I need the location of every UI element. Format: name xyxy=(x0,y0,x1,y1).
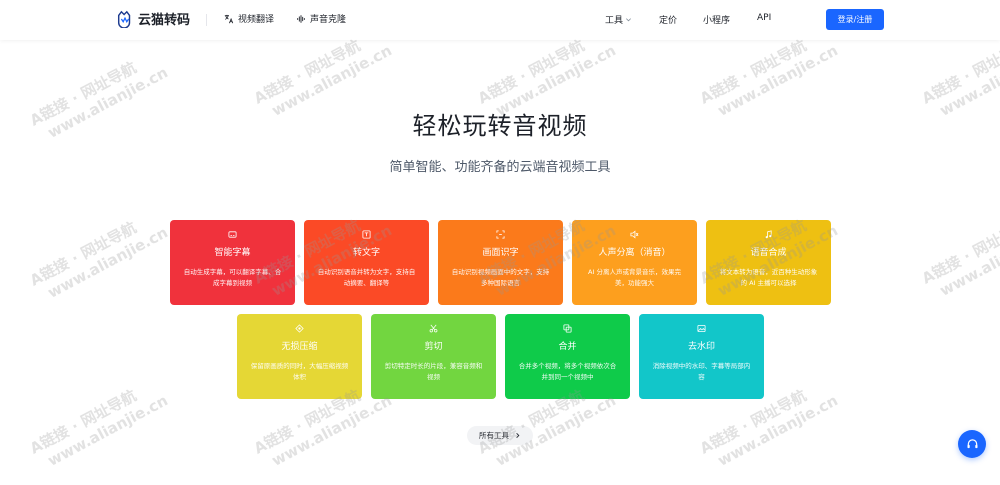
tool-card-lossless-compress[interactable]: 无损压缩 保留原画质的同时，大幅压缩视频体积 xyxy=(237,314,362,399)
tool-card-title: 语音合成 xyxy=(750,248,787,258)
all-tools-label: 所有工具 xyxy=(479,431,509,440)
nav-video-translate[interactable]: 视频翻译 xyxy=(224,12,274,25)
tool-card-merge[interactable]: 合并 合并多个视频，将多个视频依次合并到同一个视频中 xyxy=(505,314,630,399)
tool-card-desc: AI 分离人声或背景音乐，效果完美，功能强大 xyxy=(588,268,681,287)
tool-card-title: 转文字 xyxy=(352,248,380,258)
nav-tools-label: 工具 xyxy=(605,16,624,26)
scissors-icon xyxy=(429,324,438,333)
tool-card-desc: 将文本转为语音，近百种生动形象的 AI 主播可以选择 xyxy=(719,268,818,287)
tool-card-desc: 保留原画质的同时，大幅压缩视频体积 xyxy=(250,362,349,381)
mute-icon xyxy=(630,230,639,239)
tool-card-speech-synthesis[interactable]: 语音合成 将文本转为语音，近百种生动形象的 AI 主播可以选择 xyxy=(706,220,831,305)
top-header: 云猫转码 视频翻译 声音克隆 工具 定价 小程序 API 登录/注册 xyxy=(0,0,1000,40)
headset-icon xyxy=(966,438,978,448)
tool-card-title: 智能字幕 xyxy=(214,248,251,258)
tool-card-title: 剪切 xyxy=(424,342,443,352)
tool-card-smart-subtitle[interactable]: 智能字幕 自动生成字幕，可以翻译字幕、合成字幕到视频 xyxy=(170,220,295,305)
customer-support-button[interactable] xyxy=(958,430,986,458)
chevron-down-icon xyxy=(626,18,632,22)
tool-card-desc: 合并多个视频，将多个视频依次合并到同一个视频中 xyxy=(518,362,617,381)
music-note-icon xyxy=(765,230,772,239)
tool-card-vocal-separation[interactable]: 人声分离（消音） AI 分离人声或背景音乐，效果完美，功能强大 xyxy=(572,220,697,305)
merge-icon xyxy=(563,324,572,333)
tool-card-title: 人声分离（消音） xyxy=(598,248,671,258)
nav-video-translate-label: 视频翻译 xyxy=(238,15,275,25)
tool-card-desc: 自动识别视频画面中的文字，支持多种国际语言 xyxy=(451,268,550,287)
nav-mini-program-label: 小程序 xyxy=(703,16,731,26)
watermark: A链接 · 网址导航 www.alianjie.cn xyxy=(918,216,1000,300)
tool-card-desc: 剪切特定时长的片段，兼容音频和视频 xyxy=(384,362,483,381)
nav-voice-clone[interactable]: 声音克隆 xyxy=(296,12,346,25)
watermark: A链接 · 网址导航 www.alianjie.cn xyxy=(26,218,171,302)
compress-icon xyxy=(295,324,304,333)
tool-card-title: 无损压缩 xyxy=(281,342,318,352)
logo-text: 云猫转码 xyxy=(138,13,191,28)
tool-card-cut[interactable]: 剪切 剪切特定时长的片段，兼容音频和视频 xyxy=(371,314,496,399)
chevron-right-icon xyxy=(516,433,520,438)
login-register-button[interactable]: 登录/注册 xyxy=(826,9,884,30)
subtitle-icon xyxy=(228,231,237,238)
tool-card-speech-to-text[interactable]: 转文字 自动识别语音并转为文字，支持自动摘要、翻译等 xyxy=(304,220,429,305)
tool-card-title: 合并 xyxy=(558,342,577,352)
watermark-icon xyxy=(697,324,706,333)
translate-icon xyxy=(224,14,234,23)
tool-card-ocr[interactable]: 画面识字 自动识别视频画面中的文字，支持多种国际语言 xyxy=(438,220,563,305)
tool-card-remove-watermark[interactable]: 去水印 消除视频中的水印、字幕等局部内容 xyxy=(639,314,764,399)
tool-card-desc: 自动生成字幕，可以翻译字幕、合成字幕到视频 xyxy=(183,268,282,287)
nav-mini-program[interactable]: 小程序 xyxy=(703,13,730,26)
hero-title: 轻松玩转音视频 xyxy=(412,112,588,140)
all-tools-button[interactable]: 所有工具 xyxy=(467,426,533,445)
watermark: A链接 · 网址导航 www.alianjie.cn xyxy=(26,386,171,470)
waveform-icon xyxy=(297,14,305,23)
hero-subtitle: 简单智能、功能齐备的云端音视频工具 xyxy=(389,160,611,175)
logo-icon xyxy=(117,10,131,28)
nav-voice-clone-label: 声音克隆 xyxy=(310,15,347,25)
text-icon xyxy=(362,230,371,239)
nav-api[interactable]: API xyxy=(757,13,771,23)
nav-pricing[interactable]: 定价 xyxy=(659,13,677,26)
tool-card-title: 画面识字 xyxy=(482,248,519,258)
logo[interactable]: 云猫转码 xyxy=(116,9,190,28)
tool-card-desc: 自动识别语音并转为文字，支持自动摘要、翻译等 xyxy=(317,268,416,287)
nav-pricing-label: 定价 xyxy=(659,16,678,26)
header-divider xyxy=(206,14,207,26)
nav-api-label: API xyxy=(757,13,772,23)
tool-card-title: 去水印 xyxy=(687,342,715,352)
tool-card-desc: 消除视频中的水印、字幕等局部内容 xyxy=(652,362,751,381)
nav-tools[interactable]: 工具 xyxy=(605,13,632,26)
scan-icon xyxy=(496,230,505,239)
